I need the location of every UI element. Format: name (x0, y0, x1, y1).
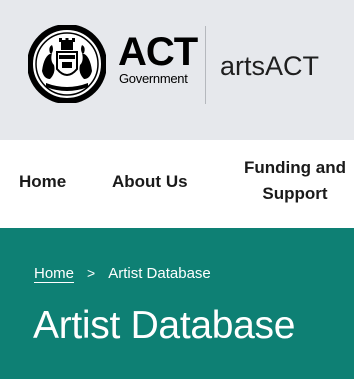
nav-item-home[interactable]: Home (19, 169, 66, 195)
breadcrumb: Home > Artist Database (34, 262, 211, 284)
act-coat-of-arms-seal-icon (28, 25, 106, 103)
breadcrumb-home-link[interactable]: Home (34, 265, 74, 282)
site-name: artsACT (220, 51, 320, 81)
nav-item-funding-label-line1: Funding and (244, 158, 346, 177)
page-banner: Home > Artist Database Artist Database (0, 228, 354, 379)
logo-wordmark-government: Government (119, 71, 188, 86)
page-title: Artist Database (33, 304, 296, 347)
nav-item-funding-and-support[interactable]: Funding and Support (236, 155, 354, 207)
main-navigation: Home About Us Funding and Support (0, 140, 354, 228)
logo-wordmark-act: ACT (118, 30, 198, 74)
breadcrumb-separator: > (87, 265, 96, 281)
act-government-logo-link[interactable]: ACT Government (28, 20, 198, 110)
site-header: ACT Government artsACT (0, 0, 354, 140)
nav-item-about-us[interactable]: About Us (112, 169, 188, 195)
breadcrumb-current: Artist Database (108, 264, 211, 282)
nav-item-funding-label-line2: Support (262, 184, 328, 203)
header-divider (205, 26, 206, 104)
